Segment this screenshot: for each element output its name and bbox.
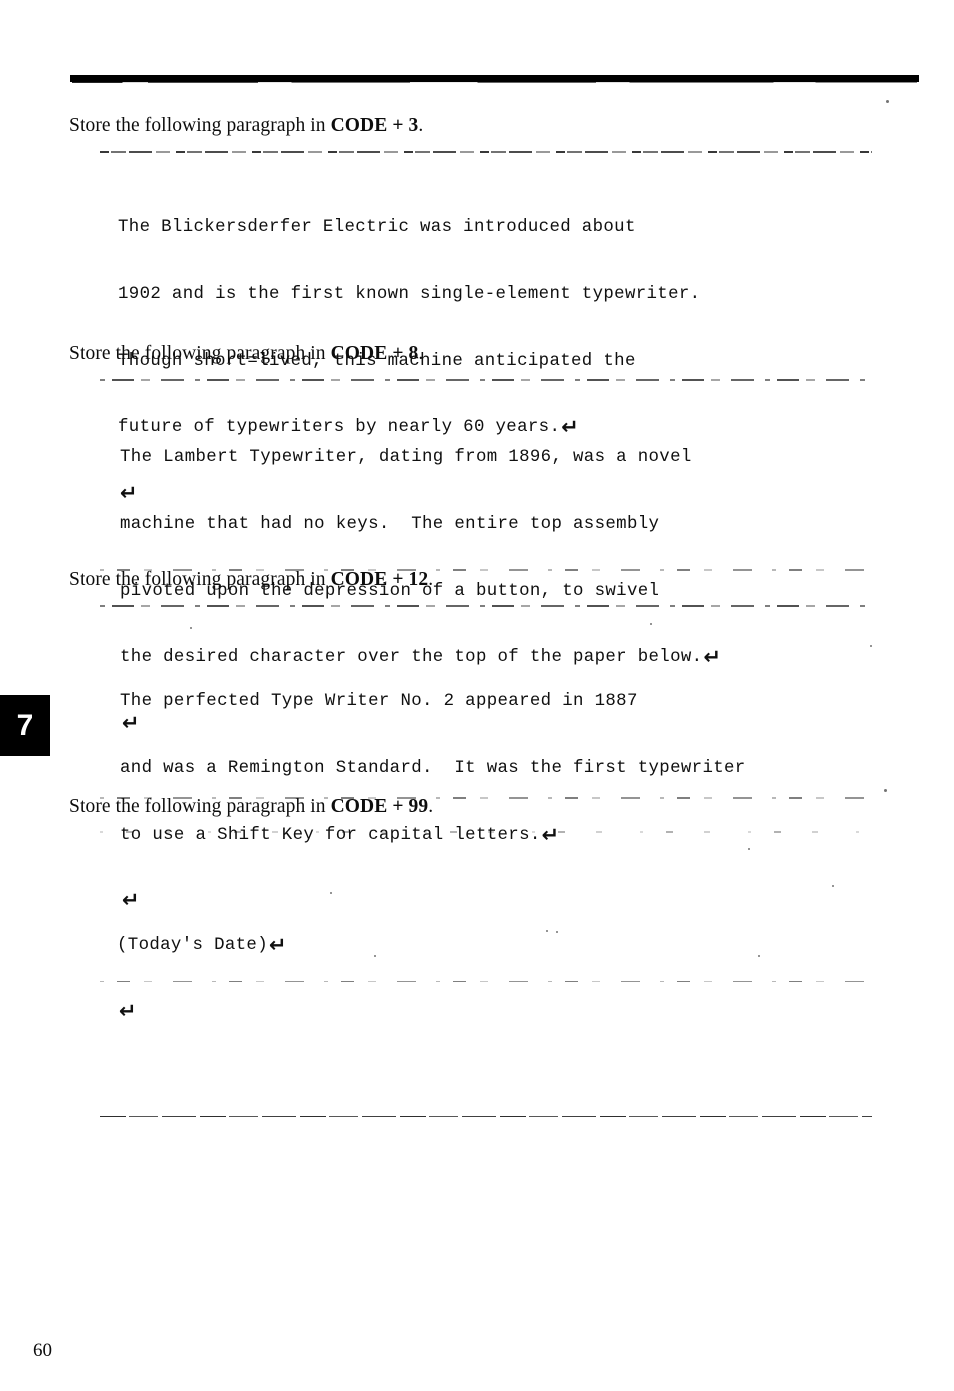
typed-line-text: 1902 and is the first known single-eleme… — [118, 285, 701, 305]
instruction-suffix-3: . — [428, 569, 434, 590]
typed-line: machine that had no keys. The entire top… — [120, 514, 872, 536]
typed-line-text: and was a Remington Standard. It was the… — [120, 759, 746, 779]
scan-speck — [546, 930, 548, 932]
instruction-code-3: CODE + 12 — [330, 569, 429, 590]
scan-speck — [886, 100, 889, 103]
scan-speck — [650, 623, 652, 625]
scan-speck — [190, 627, 192, 629]
scan-speck — [748, 848, 750, 850]
scan-speck — [374, 955, 376, 957]
typed-paragraph-4: (Today's Date)↵ ↵ — [117, 891, 872, 1069]
typed-line-text: machine that had no keys. The entire top… — [120, 515, 660, 535]
scan-speck — [758, 955, 760, 957]
instruction-code-2: CODE + 8 — [330, 343, 419, 364]
typed-line-text: The perfected Type Writer No. 2 appeared… — [120, 692, 638, 712]
scan-speck — [832, 885, 834, 887]
typed-line-text: (Today's Date) — [117, 936, 269, 956]
exercise-rule-top-1 — [100, 150, 872, 153]
typed-line-text: The Blickersderfer Electric was introduc… — [118, 218, 636, 238]
exercise-rule-top-3 — [100, 604, 872, 607]
scan-speck — [884, 789, 887, 792]
typed-line: 1902 and is the first known single-eleme… — [118, 284, 872, 306]
instruction-line-3: Store the following paragraph in CODE + … — [69, 568, 433, 591]
instruction-code-1: CODE + 3 — [330, 115, 419, 136]
exercise-box-4: (Today's Date)↵ ↵ — [100, 830, 872, 1118]
typed-line: The Lambert Typewriter, dating from 1896… — [120, 447, 872, 469]
instruction-line-2: Store the following paragraph in CODE + … — [69, 342, 423, 365]
instruction-prefix-3: Store the following paragraph in — [69, 569, 331, 590]
chapter-tab-7: 7 — [0, 695, 50, 756]
scanned-manual-page: 7 Store the following paragraph in CODE … — [0, 0, 954, 1391]
instruction-prefix-4: Store the following paragraph in — [69, 796, 331, 817]
instruction-suffix-1: . — [418, 115, 424, 136]
scan-speck — [330, 892, 332, 894]
typed-line: and was a Remington Standard. It was the… — [120, 758, 872, 780]
instruction-line-4: Store the following paragraph in CODE + … — [69, 795, 433, 818]
instruction-suffix-4: . — [428, 796, 434, 817]
instruction-suffix-2: . — [418, 343, 424, 364]
exercise-rule-top-4 — [100, 830, 872, 833]
page-number: 60 — [33, 1340, 52, 1361]
carriage-return-icon: ↵ — [269, 933, 287, 958]
typed-line: The perfected Type Writer No. 2 appeared… — [120, 691, 872, 713]
instruction-prefix-1: Store the following paragraph in — [69, 115, 331, 136]
exercise-rule-bottom-4 — [100, 1115, 872, 1118]
instruction-code-4: CODE + 99 — [330, 796, 429, 817]
instruction-prefix-2: Store the following paragraph in — [69, 343, 331, 364]
scan-speck — [870, 645, 872, 647]
instruction-line-1: Store the following paragraph in CODE + … — [69, 114, 423, 137]
scan-speck — [556, 931, 558, 933]
typed-line: ↵ — [119, 999, 137, 1024]
typed-line: The Blickersderfer Electric was introduc… — [118, 217, 872, 239]
exercise-rule-top-2 — [100, 378, 872, 381]
typed-line-text: The Lambert Typewriter, dating from 1896… — [120, 448, 692, 468]
header-rule — [70, 75, 919, 83]
